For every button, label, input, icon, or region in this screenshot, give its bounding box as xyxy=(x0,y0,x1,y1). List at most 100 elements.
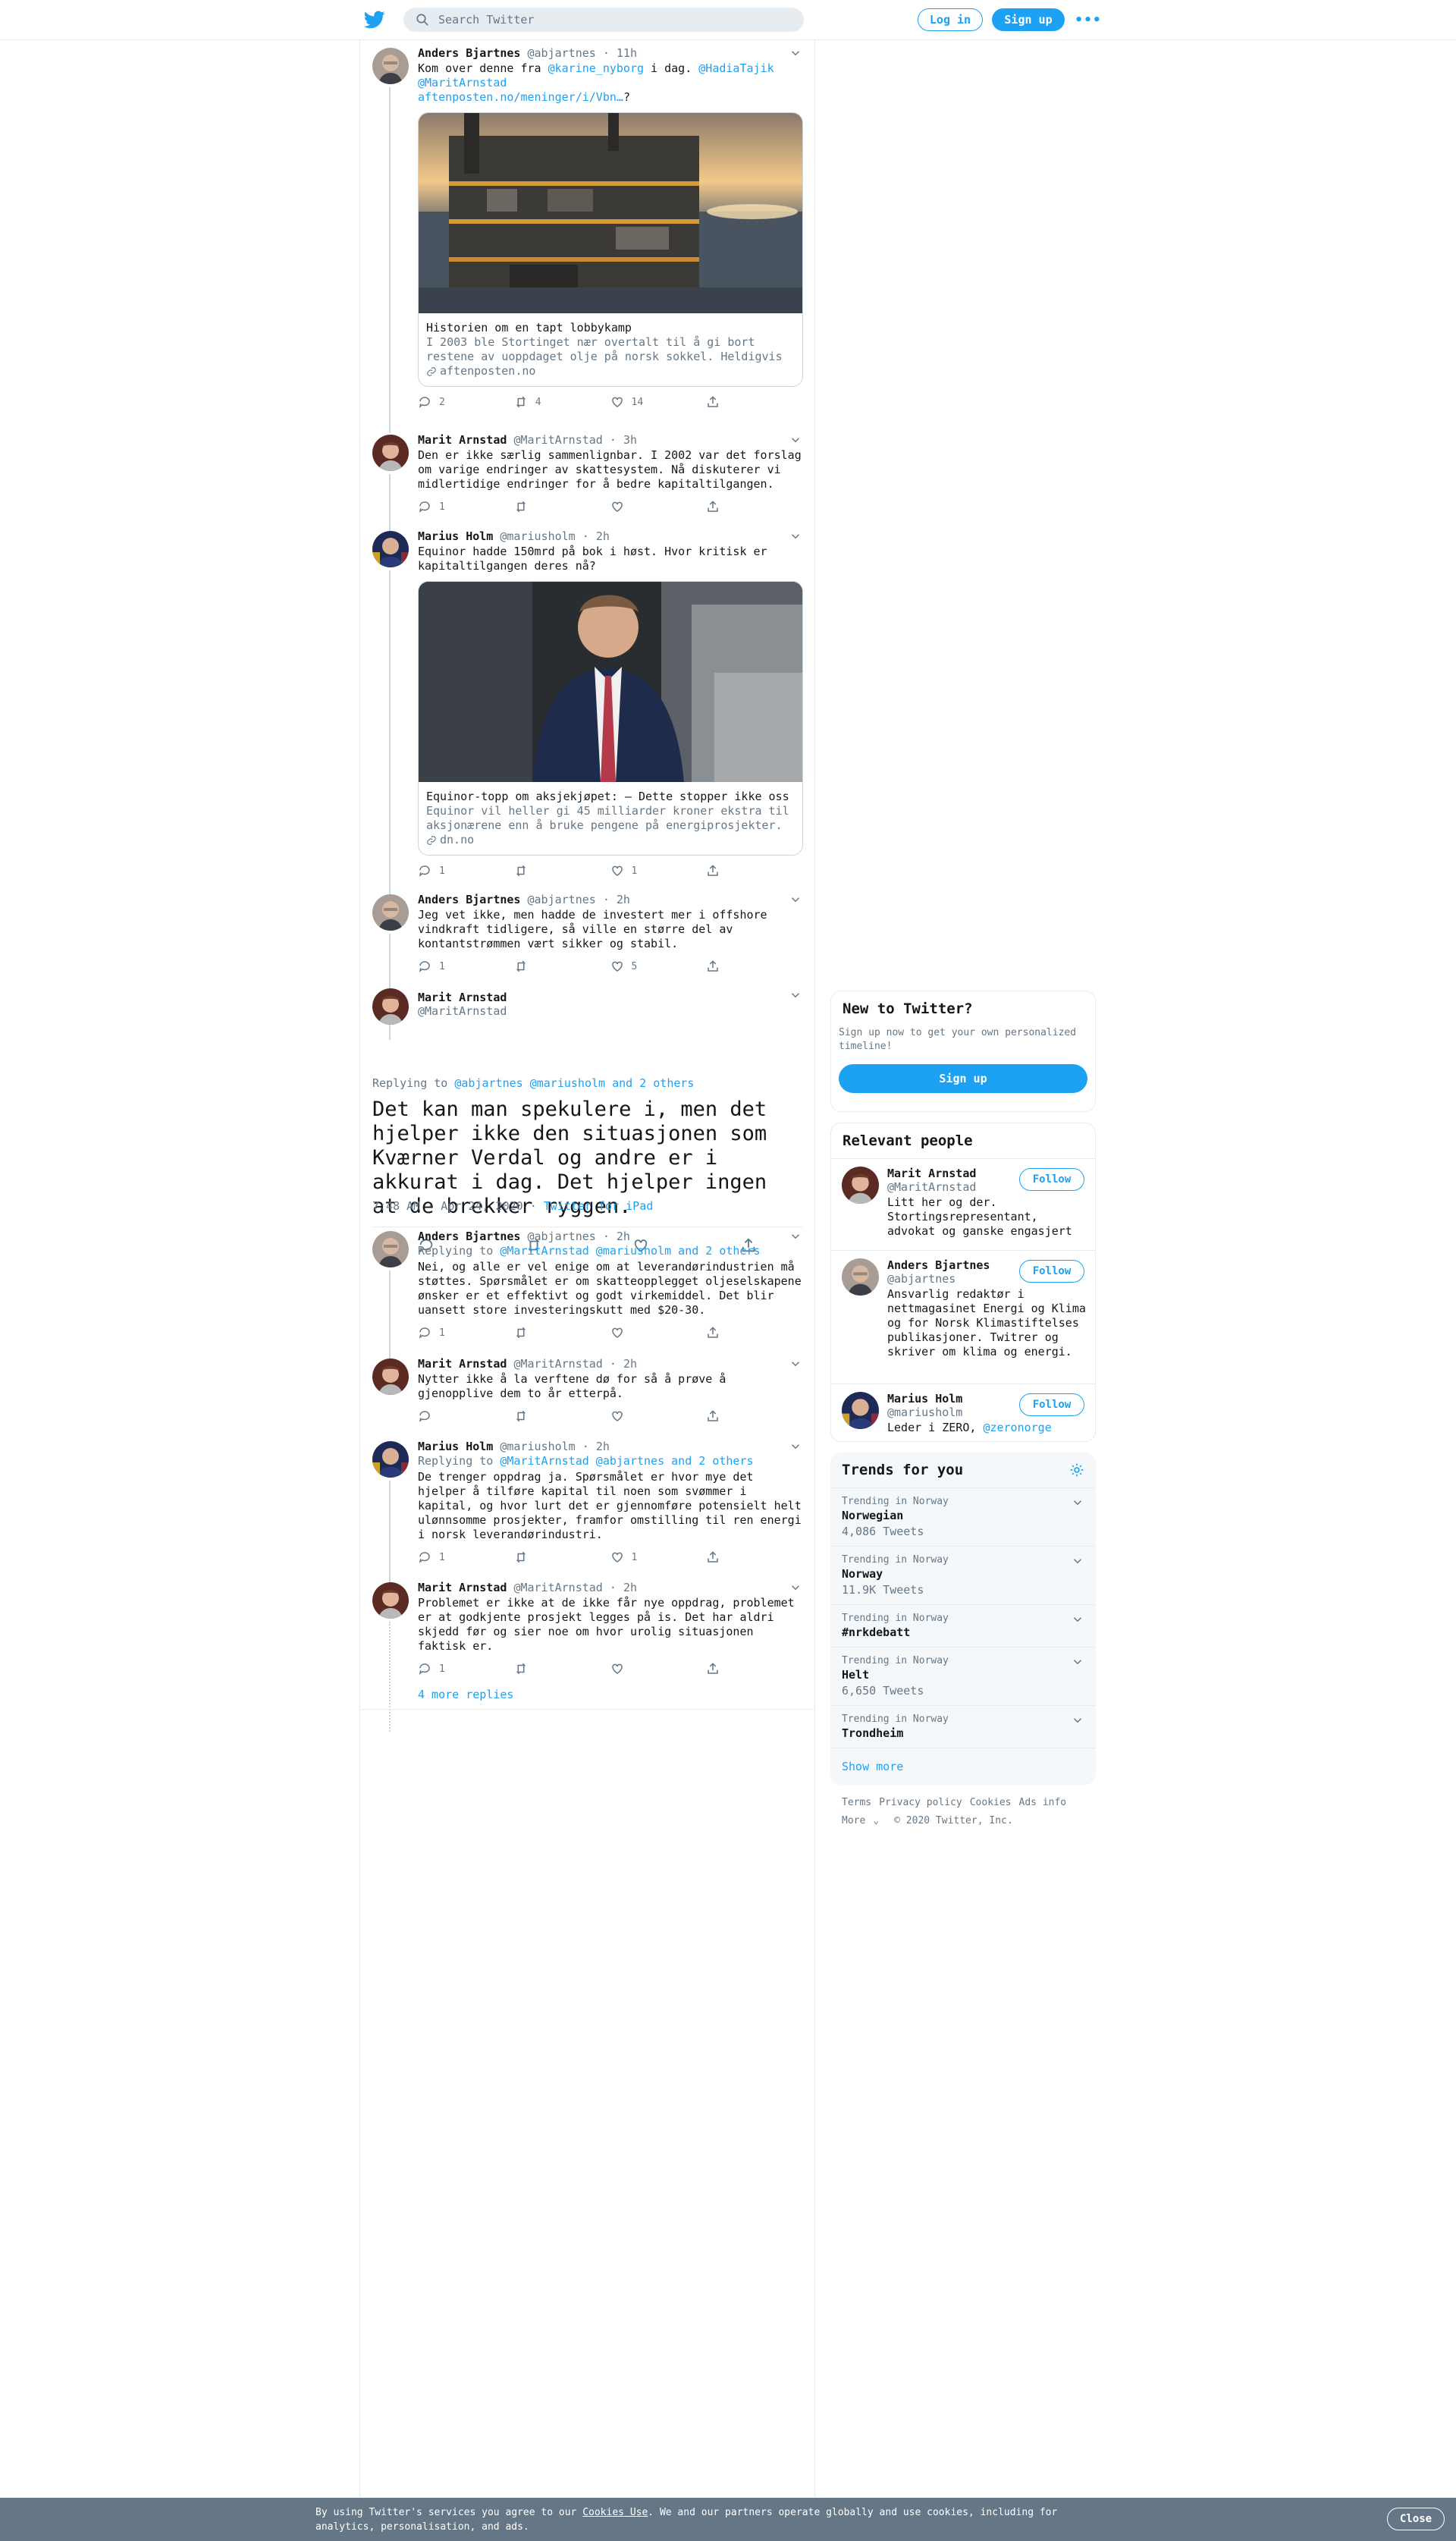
like-button[interactable]: 5 xyxy=(610,959,707,974)
like-button[interactable]: 1 xyxy=(610,1550,707,1565)
avatar[interactable] xyxy=(372,435,409,471)
avatar[interactable] xyxy=(372,531,409,567)
like-button[interactable]: 1 xyxy=(610,863,707,878)
author-handle[interactable]: @MaritArnstad xyxy=(513,1357,602,1371)
twitter-logo-icon[interactable] xyxy=(364,10,385,30)
url-link[interactable]: aftenposten.no/meninger/i/Vbn… xyxy=(418,90,623,104)
tweet-time[interactable]: 2h xyxy=(623,1357,637,1371)
footer-link-ads-info[interactable]: Ads info xyxy=(1019,1797,1067,1808)
signup-button[interactable]: Sign up xyxy=(992,8,1065,31)
more-options-icon[interactable]: ••• xyxy=(1075,10,1101,30)
share-button[interactable] xyxy=(706,499,802,514)
follow-button[interactable]: Follow xyxy=(1019,1393,1084,1416)
tweet-time[interactable]: 2h xyxy=(617,893,630,906)
trend-name[interactable]: #nrkdebatt xyxy=(842,1625,1084,1639)
tweet-time[interactable]: 3h xyxy=(623,433,637,447)
author-handle[interactable]: @abjartnes xyxy=(528,1230,596,1243)
sidebar-signup-button[interactable]: Sign up xyxy=(839,1064,1087,1093)
author-handle[interactable]: @mariusholm xyxy=(500,1440,575,1453)
author-name[interactable]: Marit Arnstad xyxy=(418,433,507,447)
link-card[interactable]: Equinor-topp om aksjekjøpet: – Dette sto… xyxy=(418,581,803,856)
chevron-down-icon[interactable] xyxy=(1071,1554,1084,1568)
reply-button[interactable]: 1 xyxy=(418,499,514,514)
cookies-use-link[interactable]: Cookies Use xyxy=(582,2507,648,2518)
share-button[interactable] xyxy=(706,1661,802,1676)
link-card[interactable]: Historien om en tapt lobbykamp I 2003 bl… xyxy=(418,112,803,387)
retweet-button[interactable] xyxy=(514,1661,610,1676)
retweet-button[interactable] xyxy=(514,1409,610,1424)
author-handle[interactable]: @abjartnes xyxy=(528,893,596,906)
avatar[interactable] xyxy=(372,1358,409,1395)
avatar[interactable] xyxy=(372,1582,409,1619)
avatar[interactable] xyxy=(372,894,409,931)
person-card[interactable]: Anders Bjartnes @abjartnes Ansvarlig red… xyxy=(831,1250,1095,1384)
show-more-link[interactable]: Show more xyxy=(830,1748,1096,1785)
author-name[interactable]: Anders Bjartnes xyxy=(418,46,520,60)
share-button[interactable] xyxy=(706,959,802,974)
author-name[interactable]: Marius Holm xyxy=(418,529,493,543)
reply-button[interactable]: 1 xyxy=(418,1661,514,1676)
trend-name[interactable]: Norwegian xyxy=(842,1509,1084,1522)
trend-name[interactable]: Norway xyxy=(842,1567,1084,1581)
footer-link-cookies[interactable]: Cookies xyxy=(970,1797,1012,1808)
like-button[interactable] xyxy=(610,499,707,514)
avatar[interactable] xyxy=(842,1392,879,1429)
share-button[interactable] xyxy=(706,1409,802,1424)
trend-item[interactable]: Trending in Norway #nrkdebatt xyxy=(830,1604,1096,1647)
share-button[interactable] xyxy=(706,394,802,410)
author-handle[interactable]: @MaritArnstad xyxy=(418,1004,507,1018)
mention-link[interactable]: @zeronorge xyxy=(983,1421,1051,1434)
mention-link[interactable]: @MaritArnstad xyxy=(418,76,507,90)
login-button[interactable]: Log in xyxy=(918,8,983,31)
replying-to-link[interactable]: @abjartnes @mariusholm and 2 others xyxy=(454,1076,694,1090)
like-button[interactable] xyxy=(610,1325,707,1340)
follow-button[interactable]: Follow xyxy=(1019,1168,1084,1191)
reply-button[interactable]: 1 xyxy=(418,863,514,878)
trend-name[interactable]: Trondheim xyxy=(842,1726,1084,1740)
mention-link[interactable]: @karine_nyborg xyxy=(548,61,644,75)
share-button[interactable] xyxy=(706,863,802,878)
author-name[interactable]: Anders Bjartnes xyxy=(418,893,520,906)
search-input[interactable] xyxy=(438,13,787,27)
trend-item[interactable]: Trending in Norway Norwegian 4,086 Tweet… xyxy=(830,1487,1096,1546)
chevron-down-icon[interactable] xyxy=(1071,1655,1084,1669)
trend-name[interactable]: Helt xyxy=(842,1668,1084,1682)
avatar[interactable] xyxy=(372,1441,409,1478)
like-button[interactable]: 14 xyxy=(610,394,707,410)
reply-button[interactable] xyxy=(418,1409,514,1424)
reply-button[interactable]: 1 xyxy=(418,1325,514,1340)
retweet-button[interactable]: 4 xyxy=(514,394,610,410)
reply-button[interactable]: 1 xyxy=(418,959,514,974)
footer-link-terms[interactable]: Terms xyxy=(842,1797,871,1808)
footer-more-dropdown[interactable]: More ⌄ xyxy=(842,1815,886,1826)
trend-item[interactable]: Trending in Norway Norway 11.9K Tweets xyxy=(830,1546,1096,1604)
author-handle[interactable]: @MaritArnstad xyxy=(513,1581,602,1594)
share-button[interactable] xyxy=(706,1325,802,1340)
person-card[interactable]: Marius Holm @mariusholm Leder i ZERO, @z… xyxy=(831,1384,1095,1441)
more-replies-link[interactable]: 4 more replies xyxy=(418,1688,513,1701)
tweet-time[interactable]: 2h xyxy=(596,529,610,543)
replying-to-link[interactable]: @MaritArnstad @abjartnes and 2 others xyxy=(500,1454,753,1468)
mention-link[interactable]: @HadiaTajik xyxy=(698,61,774,75)
settings-gear-icon[interactable] xyxy=(1069,1462,1084,1478)
retweet-button[interactable] xyxy=(514,1325,610,1340)
search-bar[interactable] xyxy=(403,8,804,32)
chevron-down-icon[interactable] xyxy=(789,988,802,1002)
chevron-down-icon[interactable] xyxy=(1071,1496,1084,1509)
share-button[interactable] xyxy=(706,1550,802,1565)
retweet-button[interactable] xyxy=(514,499,610,514)
source-link[interactable]: Twitter for iPad xyxy=(544,1199,654,1213)
author-handle[interactable]: @abjartnes xyxy=(528,46,596,60)
retweet-button[interactable] xyxy=(514,1550,610,1565)
author-name[interactable]: Anders Bjartnes xyxy=(418,1230,520,1243)
chevron-down-icon[interactable] xyxy=(1071,1713,1084,1727)
author-name[interactable]: Marius Holm xyxy=(418,1440,493,1453)
person-card[interactable]: Marit Arnstad @MaritArnstad Litt her og … xyxy=(831,1158,1095,1250)
author-handle[interactable]: @mariusholm xyxy=(500,529,575,543)
trend-item[interactable]: Trending in Norway Trondheim xyxy=(830,1705,1096,1748)
author-name[interactable]: Marit Arnstad xyxy=(418,991,507,1004)
follow-button[interactable]: Follow xyxy=(1019,1260,1084,1283)
cookie-close-button[interactable]: Close xyxy=(1387,2508,1445,2530)
avatar[interactable] xyxy=(372,988,409,1025)
chevron-down-icon[interactable] xyxy=(1071,1613,1084,1626)
